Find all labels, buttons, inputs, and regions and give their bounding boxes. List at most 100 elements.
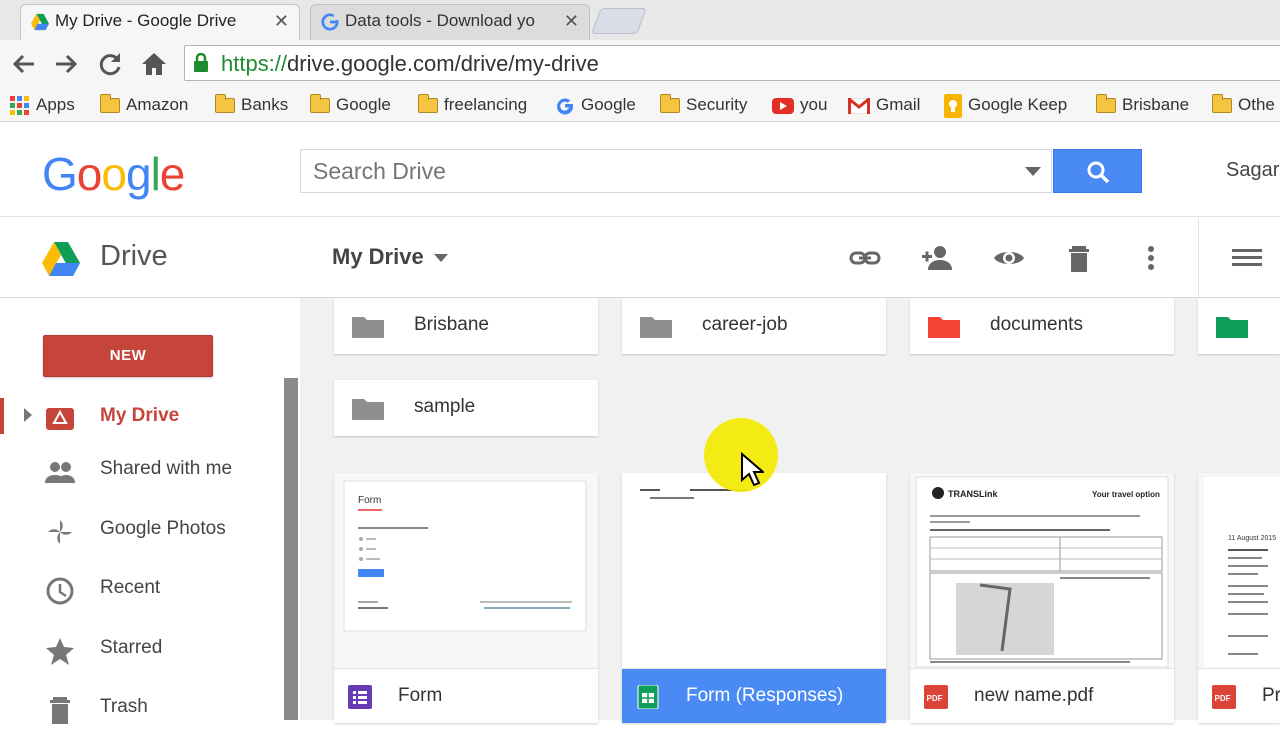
google-logo[interactable]: Google bbox=[42, 147, 185, 201]
search-options-caret-icon[interactable] bbox=[1025, 167, 1041, 176]
folder-icon bbox=[310, 94, 330, 114]
keep-icon bbox=[944, 93, 962, 118]
account-name[interactable]: Sagar bbox=[1226, 159, 1279, 182]
file-thumbnail: Form bbox=[334, 473, 598, 669]
forward-arrow-icon[interactable] bbox=[52, 50, 80, 78]
file-meta: Form bbox=[334, 669, 598, 723]
address-bar[interactable]: https://drive.google.com/drive/my-drive bbox=[184, 45, 1280, 81]
close-tab-icon[interactable]: ✕ bbox=[564, 5, 579, 37]
lock-icon bbox=[194, 53, 208, 72]
back-arrow-icon[interactable] bbox=[10, 50, 38, 78]
youtube-icon bbox=[772, 97, 794, 114]
file-meta: Form (Responses) bbox=[622, 669, 886, 723]
gmail-icon bbox=[848, 97, 870, 114]
browser-tab-my-drive[interactable]: My Drive - Google Drive ✕ bbox=[20, 4, 300, 40]
drive-title: Drive bbox=[100, 240, 168, 272]
translink-thumb-heading: Your travel option bbox=[1092, 490, 1160, 499]
bookmark-apps[interactable]: Apps bbox=[10, 93, 75, 117]
trash-icon[interactable] bbox=[1062, 242, 1096, 274]
sidebar-item-recent[interactable]: Recent bbox=[0, 564, 284, 616]
pinwheel-icon bbox=[48, 520, 72, 544]
sidebar-item-starred[interactable]: Starred bbox=[0, 624, 284, 676]
chevron-down-icon bbox=[433, 254, 448, 263]
file-card-form-responses[interactable]: Form (Responses) bbox=[622, 473, 886, 723]
my-drive-icon bbox=[46, 408, 74, 430]
google-drive-logo-icon[interactable] bbox=[42, 242, 80, 276]
file-grid: Brisbane career-job documents sample For… bbox=[300, 298, 1280, 723]
google-g-icon bbox=[557, 98, 574, 115]
new-button[interactable]: NEW bbox=[43, 335, 213, 377]
bookmarks-bar: Apps Amazon Banks Google freelancing Goo… bbox=[0, 88, 1280, 122]
bookmark-other[interactable]: Othe bbox=[1212, 93, 1275, 117]
active-indicator bbox=[0, 398, 4, 434]
bookmark-security[interactable]: Security bbox=[660, 93, 747, 117]
google-forms-icon bbox=[348, 685, 372, 709]
folder-icon bbox=[215, 94, 235, 114]
bookmark-brisbane[interactable]: Brisbane bbox=[1096, 93, 1189, 117]
file-meta: PDF Pr bbox=[1198, 669, 1280, 723]
folder-card-career-job[interactable]: career-job bbox=[622, 298, 886, 354]
form-thumb-title: Form bbox=[358, 495, 381, 506]
share-add-person-icon[interactable] bbox=[920, 242, 954, 274]
file-card-form[interactable]: Form Form bbox=[334, 473, 598, 723]
folder-green-icon bbox=[1216, 317, 1248, 338]
sidebar-item-trash[interactable]: Trash bbox=[0, 683, 284, 735]
bookmark-google-folder[interactable]: Google bbox=[310, 93, 391, 117]
bookmark-freelancing[interactable]: freelancing bbox=[418, 93, 527, 117]
folder-card-green[interactable] bbox=[1198, 298, 1280, 354]
bookmark-amazon[interactable]: Amazon bbox=[100, 93, 188, 117]
my-drive-dropdown[interactable]: My Drive bbox=[332, 244, 448, 270]
folder-card-documents[interactable]: documents bbox=[910, 298, 1174, 354]
expand-arrow-icon[interactable] bbox=[24, 408, 32, 422]
pdf-icon: PDF bbox=[1212, 685, 1236, 709]
more-vert-icon[interactable] bbox=[1134, 242, 1168, 274]
get-link-icon[interactable] bbox=[848, 242, 882, 274]
bookmark-youtube[interactable]: you bbox=[772, 93, 827, 117]
bookmark-google-keep[interactable]: Google Keep bbox=[944, 93, 1067, 118]
folder-icon bbox=[352, 317, 384, 338]
doc-thumb-date: 11 August 2015 bbox=[1228, 535, 1276, 542]
drive-header: Google Sagar bbox=[0, 123, 1280, 217]
file-thumbnail: TRANSLink Your travel option bbox=[910, 473, 1174, 669]
bookmark-gmail[interactable]: Gmail bbox=[848, 93, 920, 117]
list-view-icon[interactable] bbox=[1230, 242, 1264, 274]
folder-card-brisbane[interactable]: Brisbane bbox=[334, 298, 598, 354]
clock-icon bbox=[46, 577, 74, 605]
folder-card-sample[interactable]: sample bbox=[334, 380, 598, 436]
browser-tab-data-tools[interactable]: Data tools - Download yo ✕ bbox=[310, 4, 590, 40]
trash-icon bbox=[50, 697, 70, 724]
mouse-pointer-icon bbox=[741, 452, 764, 487]
reload-icon[interactable] bbox=[96, 50, 124, 78]
new-tab-button[interactable] bbox=[591, 8, 647, 34]
search-button[interactable] bbox=[1053, 149, 1142, 193]
google-g-favicon-icon bbox=[321, 13, 339, 31]
sidebar-item-my-drive[interactable]: My Drive bbox=[0, 392, 284, 444]
drive-subheader: Drive My Drive bbox=[0, 218, 1280, 298]
url-text: https://drive.google.com/drive/my-drive bbox=[221, 51, 599, 76]
tab-title: My Drive - Google Drive bbox=[55, 11, 237, 30]
bookmark-banks[interactable]: Banks bbox=[215, 93, 288, 117]
bookmark-google[interactable]: Google bbox=[555, 93, 636, 117]
svg-text:PDF: PDF bbox=[1215, 694, 1231, 703]
search-input[interactable] bbox=[313, 157, 1013, 185]
sidebar-scrollbar[interactable] bbox=[284, 378, 298, 720]
folder-icon bbox=[418, 94, 438, 114]
folder-icon bbox=[100, 94, 120, 114]
svg-text:PDF: PDF bbox=[927, 694, 943, 703]
search-drive-box bbox=[300, 149, 1052, 193]
translink-thumb-brand: TRANSLink bbox=[948, 489, 998, 499]
close-tab-icon[interactable]: ✕ bbox=[274, 5, 289, 37]
sidebar-item-google-photos[interactable]: Google Photos bbox=[0, 505, 284, 557]
folder-icon bbox=[352, 399, 384, 420]
preview-eye-icon[interactable] bbox=[992, 242, 1026, 274]
sidebar: NEW My Drive Shared with me Google Photo… bbox=[0, 298, 300, 724]
file-card-pr-pdf[interactable]: 11 August 2015 PDF Pr bbox=[1198, 473, 1280, 723]
home-icon[interactable] bbox=[140, 50, 168, 78]
file-thumbnail: 11 August 2015 bbox=[1198, 473, 1280, 669]
folder-icon bbox=[1096, 94, 1116, 114]
tab-title: Data tools - Download yo bbox=[345, 11, 535, 30]
file-card-new-name-pdf[interactable]: TRANSLink Your travel option PDF new nam… bbox=[910, 473, 1174, 723]
browser-tab-bar: My Drive - Google Drive ✕ Data tools - D… bbox=[0, 0, 1280, 40]
sidebar-item-shared-with-me[interactable]: Shared with me bbox=[0, 445, 284, 497]
folder-red-icon bbox=[928, 317, 960, 338]
